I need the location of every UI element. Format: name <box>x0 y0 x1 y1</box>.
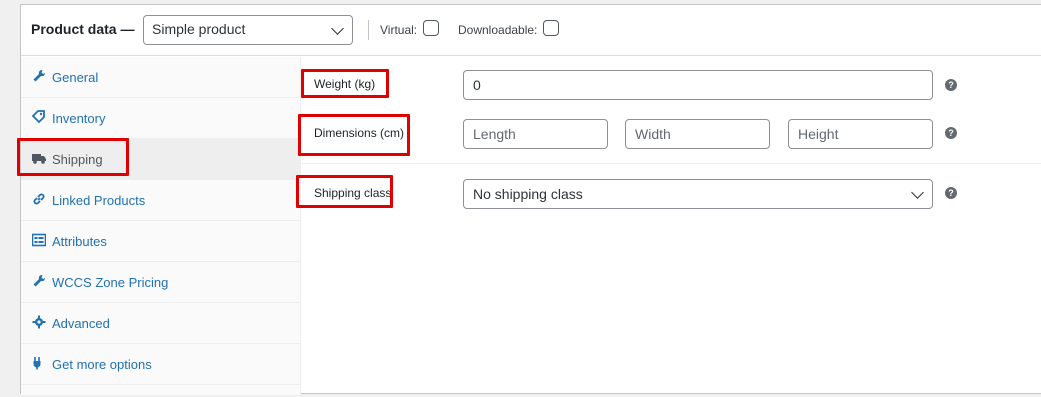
product-data-tabs: General Inventory Shipping Linked Produc… <box>21 57 301 395</box>
tab-advanced[interactable]: Advanced <box>21 303 301 344</box>
weight-input[interactable]: 0 <box>463 70 933 100</box>
width-placeholder: Width <box>635 126 671 142</box>
tab-get-more-options-label: Get more options <box>52 357 152 372</box>
highlight-shipping-class-label <box>296 175 393 208</box>
downloadable-label: Downloadable: <box>458 23 538 37</box>
tab-attributes[interactable]: Attributes <box>21 221 301 262</box>
tab-attributes-label: Attributes <box>52 234 107 249</box>
section-divider <box>302 163 1041 164</box>
plugin-icon <box>33 357 41 370</box>
tag-icon <box>32 110 45 124</box>
product-data-panel: Product data — Simple product Virtual: D… <box>17 4 1041 395</box>
wrench-icon <box>33 274 46 287</box>
product-type-select[interactable]: Simple product <box>143 15 353 45</box>
virtual-label: Virtual: <box>380 23 418 37</box>
height-placeholder: Height <box>798 126 839 142</box>
product-type-value: Simple product <box>152 21 246 37</box>
tab-wccs-zone-pricing-label: WCCS Zone Pricing <box>52 275 169 290</box>
downloadable-checkbox[interactable] <box>543 20 559 36</box>
help-icon[interactable]: ? <box>945 79 957 91</box>
product-data-title: Product data — <box>31 21 135 37</box>
tab-inventory[interactable]: Inventory <box>21 98 301 139</box>
tab-advanced-label: Advanced <box>52 316 110 331</box>
tab-get-more-options[interactable]: Get more options <box>21 344 301 385</box>
shipping-class-value: No shipping class <box>473 186 583 202</box>
gear-icon <box>32 315 46 329</box>
highlight-weight-label <box>301 69 389 98</box>
chevron-down-icon <box>911 186 924 199</box>
link-icon <box>33 193 45 205</box>
tab-general-label: General <box>52 70 99 85</box>
wrench-icon <box>33 69 46 82</box>
width-input[interactable]: Width <box>625 119 770 149</box>
length-input[interactable]: Length <box>463 119 608 149</box>
weight-value: 0 <box>473 77 481 93</box>
chevron-down-icon <box>331 22 344 35</box>
product-data-header: Product data — Simple product Virtual: D… <box>21 5 1041 56</box>
tab-linked-products[interactable]: Linked Products <box>21 180 301 221</box>
virtual-checkbox[interactable] <box>423 20 439 36</box>
help-icon[interactable]: ? <box>945 127 957 139</box>
height-input[interactable]: Height <box>788 119 933 149</box>
tab-inventory-label: Inventory <box>52 111 106 126</box>
help-icon[interactable]: ? <box>945 187 957 199</box>
tab-general[interactable]: General <box>21 57 301 98</box>
highlight-dimensions-label <box>298 114 410 156</box>
shipping-class-select[interactable]: No shipping class <box>463 179 933 209</box>
length-placeholder: Length <box>473 126 516 142</box>
tab-wccs-zone-pricing[interactable]: WCCS Zone Pricing <box>21 262 301 303</box>
list-icon <box>32 233 46 247</box>
highlight-shipping-tab <box>17 138 129 176</box>
tab-linked-products-label: Linked Products <box>52 193 146 208</box>
header-separator <box>368 20 369 40</box>
